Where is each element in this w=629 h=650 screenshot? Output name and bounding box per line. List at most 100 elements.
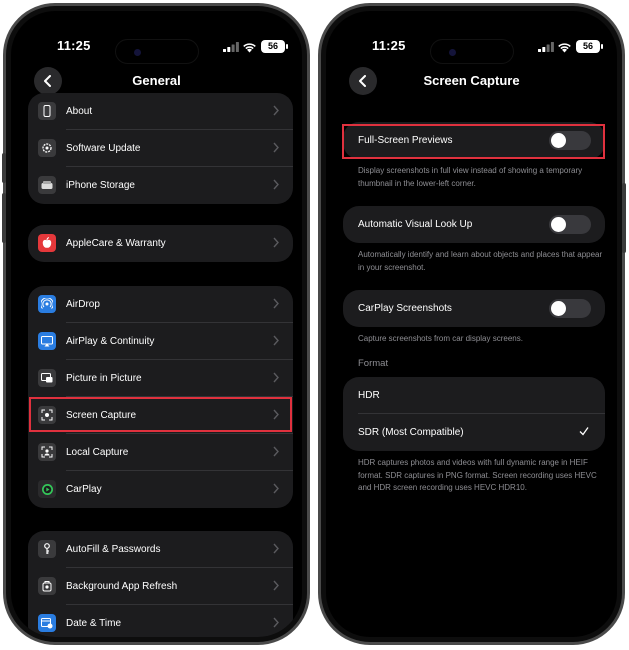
camera-icon [449, 49, 456, 56]
settings-row-local-capture[interactable]: Local Capture [28, 434, 293, 471]
visual-look-up-description: Automatically identify and learn about o… [358, 250, 603, 272]
highlight-box [29, 397, 292, 432]
chevron-right-icon [273, 298, 279, 309]
gear-update-icon [38, 139, 56, 157]
carplay-icon [38, 480, 56, 498]
left-phone: 11:25 56 General About Software Update i… [2, 3, 310, 645]
chevron-right-icon [273, 372, 279, 383]
settings-row-software-update[interactable]: Software Update [28, 130, 293, 167]
airdrop-icon [38, 295, 56, 313]
calendar-clock-icon [38, 614, 56, 632]
chevron-right-icon [273, 543, 279, 554]
phone-bezel: 11:25 56 General About Software Update i… [6, 6, 307, 642]
carplay-screenshots-description: Capture screenshots from car display scr… [358, 334, 523, 343]
settings-group-system: AutoFill & Passwords Background App Refr… [28, 531, 293, 637]
key-icon [38, 540, 56, 558]
page-title: Screen Capture [423, 73, 520, 88]
row-label: Picture in Picture [66, 373, 142, 384]
airplay-icon [38, 332, 56, 350]
status-bar: 11:25 56 [11, 33, 302, 64]
format-option-hdr[interactable]: HDR [343, 377, 605, 414]
chevron-right-icon [273, 105, 279, 116]
carplay-screenshots-row: CarPlay Screenshots [343, 290, 605, 327]
cellular-signal-icon [538, 42, 554, 52]
format-options-group: HDR SDR (Most Compatible) [343, 377, 605, 451]
battery-indicator: 56 [261, 40, 288, 53]
format-option-sdr[interactable]: SDR (Most Compatible) [343, 414, 605, 451]
cellular-signal-icon [223, 42, 239, 52]
settings-row-date-time[interactable]: Date & Time [28, 605, 293, 637]
toggle-knob [551, 301, 566, 316]
chevron-right-icon [273, 335, 279, 346]
settings-row-applecare[interactable]: AppleCare & Warranty [28, 225, 293, 262]
phone-bezel: 11:25 56 Screen Capture Full-Screen Prev… [321, 6, 622, 642]
chevron-right-icon [273, 446, 279, 457]
screen-capture-settings-screen: 11:25 56 Screen Capture Full-Screen Prev… [326, 11, 617, 637]
status-bar: 11:25 56 [326, 33, 617, 64]
right-phone: 11:25 56 Screen Capture Full-Screen Prev… [318, 3, 626, 645]
status-time: 11:25 [57, 38, 91, 53]
settings-row-about[interactable]: About [28, 93, 293, 130]
row-label: iPhone Storage [66, 180, 135, 191]
chevron-right-icon [273, 483, 279, 494]
visual-look-up-label: Automatic Visual Look Up [358, 219, 473, 230]
chevron-right-icon [273, 237, 279, 248]
wifi-icon [243, 43, 256, 53]
settings-row-background-app-refresh[interactable]: Background App Refresh [28, 568, 293, 605]
dynamic-island [115, 39, 199, 64]
visual-look-up-group: Automatic Visual Look Up [343, 206, 605, 243]
side-button [622, 183, 626, 253]
settings-group-applecare: AppleCare & Warranty [28, 225, 293, 262]
toggle-knob [551, 217, 566, 232]
settings-group-device: About Software Update iPhone Storage [28, 93, 293, 204]
status-time: 11:25 [372, 38, 406, 53]
settings-row-airdrop[interactable]: AirDrop [28, 286, 293, 323]
settings-row-autofill-passwords[interactable]: AutoFill & Passwords [28, 531, 293, 568]
chevron-right-icon [273, 617, 279, 628]
settings-row-iphone-storage[interactable]: iPhone Storage [28, 167, 293, 204]
row-label: Background App Refresh [66, 581, 178, 592]
visual-look-up-row: Automatic Visual Look Up [343, 206, 605, 243]
navigation-bar: General [11, 67, 302, 95]
row-label: AppleCare & Warranty [66, 238, 166, 249]
row-label: AutoFill & Passwords [66, 544, 161, 555]
row-label: About [66, 106, 93, 117]
settings-row-airplay-continuity[interactable]: AirPlay & Continuity [28, 323, 293, 360]
apple-logo-icon [38, 234, 56, 252]
format-section-header: Format [358, 358, 389, 369]
settings-row-picture-in-picture[interactable]: Picture in Picture [28, 360, 293, 397]
format-option-label: HDR [358, 390, 380, 401]
volume-button [2, 153, 6, 183]
page-title: General [132, 73, 181, 88]
camera-icon [134, 49, 141, 56]
storage-drive-icon [38, 176, 56, 194]
checkmark-icon [579, 427, 589, 436]
settings-row-carplay[interactable]: CarPlay [28, 471, 293, 508]
visual-look-up-toggle[interactable] [549, 215, 591, 234]
carplay-screenshots-group: CarPlay Screenshots [343, 290, 605, 327]
chevron-right-icon [273, 580, 279, 591]
chevron-right-icon [273, 142, 279, 153]
navigation-bar: Screen Capture [326, 67, 617, 95]
general-settings-screen: 11:25 56 General About Software Update i… [11, 11, 302, 637]
refresh-gear-icon [38, 577, 56, 595]
pip-icon [38, 369, 56, 387]
highlight-box [342, 124, 605, 159]
row-label: Date & Time [66, 618, 122, 629]
full-screen-previews-description: Display screenshots in full view instead… [358, 166, 583, 188]
row-label: AirDrop [66, 299, 100, 310]
row-label: AirPlay & Continuity [66, 336, 155, 347]
carplay-screenshots-label: CarPlay Screenshots [358, 303, 452, 314]
phone-outline-icon [38, 102, 56, 120]
battery-indicator: 56 [576, 40, 603, 53]
row-label: CarPlay [66, 484, 102, 495]
format-option-label: SDR (Most Compatible) [358, 427, 464, 438]
carplay-screenshots-toggle[interactable] [549, 299, 591, 318]
row-label: Local Capture [66, 447, 129, 458]
wifi-icon [558, 43, 571, 53]
format-description: HDR captures photos and videos with full… [358, 458, 597, 492]
volume-button [2, 193, 6, 243]
dynamic-island [430, 39, 514, 64]
chevron-right-icon [273, 179, 279, 190]
local-capture-icon [38, 443, 56, 461]
